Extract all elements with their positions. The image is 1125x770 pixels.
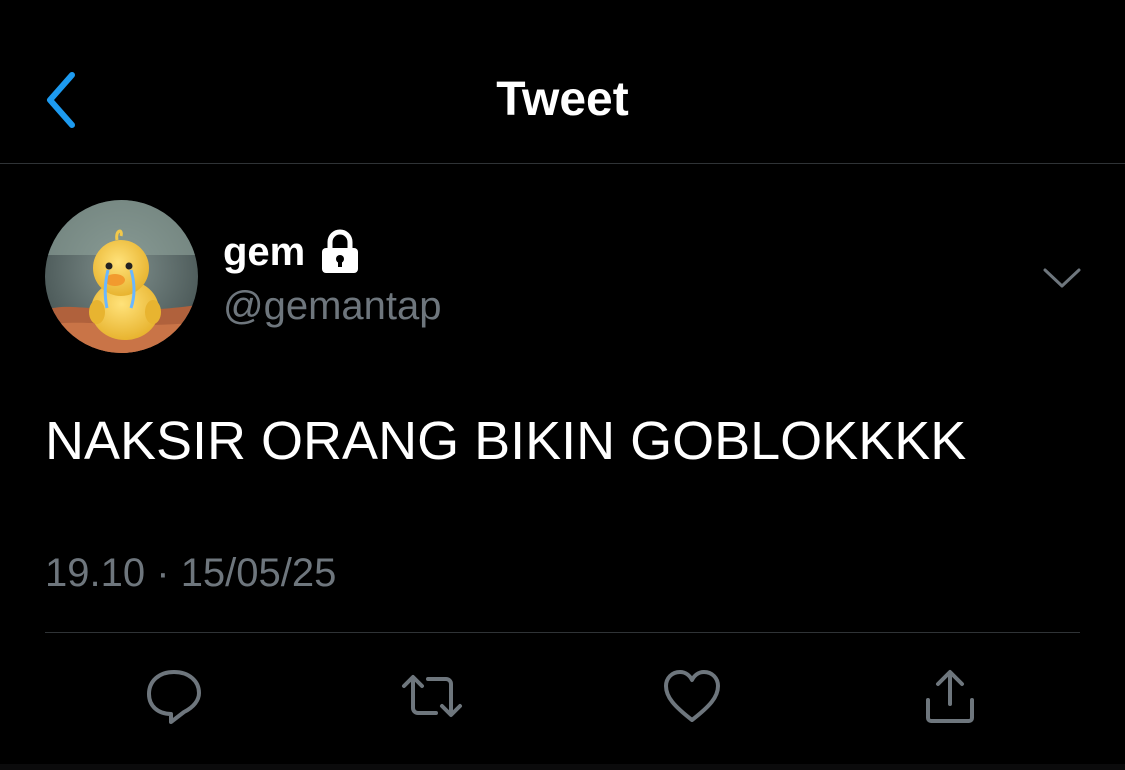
divider <box>45 632 1080 633</box>
bottom-edge <box>0 764 1125 770</box>
reply-button[interactable] <box>142 664 206 728</box>
avatar[interactable] <box>45 200 198 353</box>
lock-icon <box>319 229 361 275</box>
author-handle[interactable]: @gemantap <box>223 280 442 332</box>
chevron-down-icon <box>1043 268 1081 288</box>
top-nav-bar: Tweet <box>0 0 1125 164</box>
speech-bubble-icon <box>147 670 201 724</box>
heart-icon <box>664 670 720 722</box>
author-name-row[interactable]: gem <box>223 226 361 278</box>
tweet-text: NAKSIR ORANG BIKIN GOBLOKKKK <box>45 411 967 471</box>
share-icon <box>926 670 974 723</box>
retweet-button[interactable] <box>400 664 464 728</box>
tweet-time: 19.10 <box>45 551 146 595</box>
retweet-icon <box>402 675 462 717</box>
page-title: Tweet <box>496 73 629 126</box>
timestamp-separator: · <box>156 551 170 595</box>
share-button[interactable] <box>918 664 982 728</box>
tweet-timestamp: 19.10 · 15/05/25 <box>45 548 336 598</box>
like-button[interactable] <box>660 664 724 728</box>
display-name[interactable]: gem <box>223 226 305 278</box>
tweet-options-button[interactable] <box>1038 258 1086 298</box>
tweet-date: 15/05/25 <box>180 551 337 595</box>
duck-avatar-image <box>45 200 198 353</box>
